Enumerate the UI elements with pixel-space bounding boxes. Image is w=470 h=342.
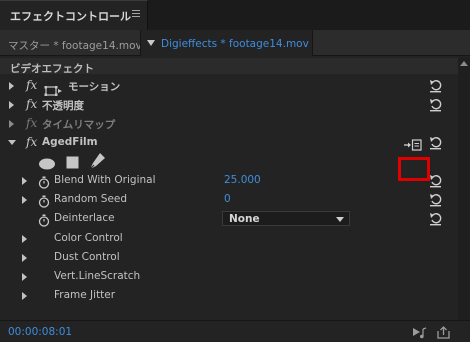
stopwatch-icon[interactable] [38,212,50,227]
group-label: Dust Control [54,251,120,263]
group-label: Vert.LineScratch [54,270,141,282]
export-icon[interactable] [436,325,452,339]
panel-menu-icon[interactable] [131,8,141,20]
fx-toggle-icon[interactable]: fx [26,78,37,92]
chevron-down-icon [336,217,344,222]
vertical-scrollbar[interactable] [458,57,470,320]
reset-icon[interactable] [428,173,444,188]
rectangle-mask-icon[interactable] [66,154,79,169]
fx-toggle-icon[interactable]: fx [26,116,37,130]
effect-row-time-remap: fx タイムリマップ [0,114,458,133]
expand-triangle-icon[interactable] [9,82,14,90]
group-row-frame-jitter: Frame Jitter [0,286,458,305]
group-row-color-control: Color Control [0,229,458,248]
expand-triangle-icon[interactable] [22,292,27,300]
expand-triangle-icon[interactable] [9,101,14,109]
expand-triangle-icon[interactable] [22,177,27,185]
reset-icon[interactable] [428,211,444,226]
clip-selector-row: マスター * footage14.mov Digieffects * foota… [0,30,470,56]
reset-icon[interactable] [428,78,444,93]
video-effects-section: ビデオエフェクト [0,57,458,76]
effect-row-motion: fx モーション [0,76,458,96]
effect-name-time-remap: タイムリマップ [42,119,116,131]
expand-triangle-icon[interactable] [22,196,27,204]
deinterlace-dropdown[interactable]: None [222,211,350,226]
expand-triangle-icon[interactable] [22,273,27,281]
transform-icon[interactable] [44,81,62,96]
property-row-blend-with-original: Blend With Original 25.000 [0,171,458,190]
fx-toggle-icon[interactable]: fx [26,135,37,149]
section-header-label: ビデオエフェクト [10,63,94,75]
section-header: ビデオエフェクト [0,58,458,75]
property-label: Blend With Original [54,174,156,186]
tab-effect-controls[interactable]: エフェクトコントロール [0,0,148,30]
master-clip-label[interactable]: マスター * footage14.mov [8,38,142,53]
reset-icon[interactable] [428,192,444,207]
active-clip-tab[interactable]: Digieffects * footage14.mov [140,30,313,56]
property-label: Deinterlace [54,212,115,224]
ellipse-mask-icon[interactable] [38,155,56,170]
timecode-display[interactable]: 00:00:08:01 [8,326,72,338]
effect-row-agedfilm: fx AgedFilm [0,133,458,152]
tab-bar: エフェクトコントロール [0,0,470,30]
play-audio-icon[interactable] [412,325,428,339]
effect-name-opacity: 不透明度 [42,100,84,112]
active-clip-label: Digieffects * footage14.mov [161,38,309,50]
effect-name-motion: モーション [68,81,121,93]
panel-footer: 00:00:08:01 [0,320,470,342]
property-value[interactable]: 25.000 [224,174,261,186]
preset-icon[interactable] [404,136,422,151]
property-value[interactable]: 0 [224,193,231,205]
tab-effect-controls-label: エフェクトコントロール [10,10,131,23]
effect-row-opacity: fx 不透明度 [0,95,458,114]
scroll-up-arrow-icon[interactable] [460,61,468,66]
collapse-triangle-icon[interactable] [8,140,16,145]
reset-icon[interactable] [428,97,444,112]
property-row-deinterlace: Deinterlace None [0,209,458,228]
fx-toggle-icon[interactable]: fx [26,97,37,111]
mask-tools-row [0,152,458,171]
effect-name-agedfilm: AgedFilm [42,136,98,148]
reset-icon[interactable] [428,135,444,150]
chevron-down-icon[interactable] [147,40,155,46]
expand-triangle-icon[interactable] [22,235,27,243]
highlight-annotation [398,157,430,181]
expand-triangle-icon[interactable] [9,120,14,128]
effect-list: ビデオエフェクト fx モーション fx 不透明度 fx タイムリマップ fx … [0,57,458,320]
stopwatch-icon[interactable] [38,174,50,189]
stopwatch-icon[interactable] [38,193,50,208]
property-row-random-seed: Random Seed 0 [0,190,458,209]
property-label: Random Seed [54,193,128,205]
group-label: Frame Jitter [54,289,116,301]
group-row-dust-control: Dust Control [0,248,458,267]
expand-triangle-icon[interactable] [22,254,27,262]
group-row-vert-linescratch: Vert.LineScratch [0,267,458,286]
pen-mask-icon[interactable] [90,153,105,169]
dropdown-selected-value: None [229,213,260,225]
effect-controls-panel: マスター * footage14.mov Digieffects * foota… [0,30,470,342]
group-label: Color Control [54,232,123,244]
